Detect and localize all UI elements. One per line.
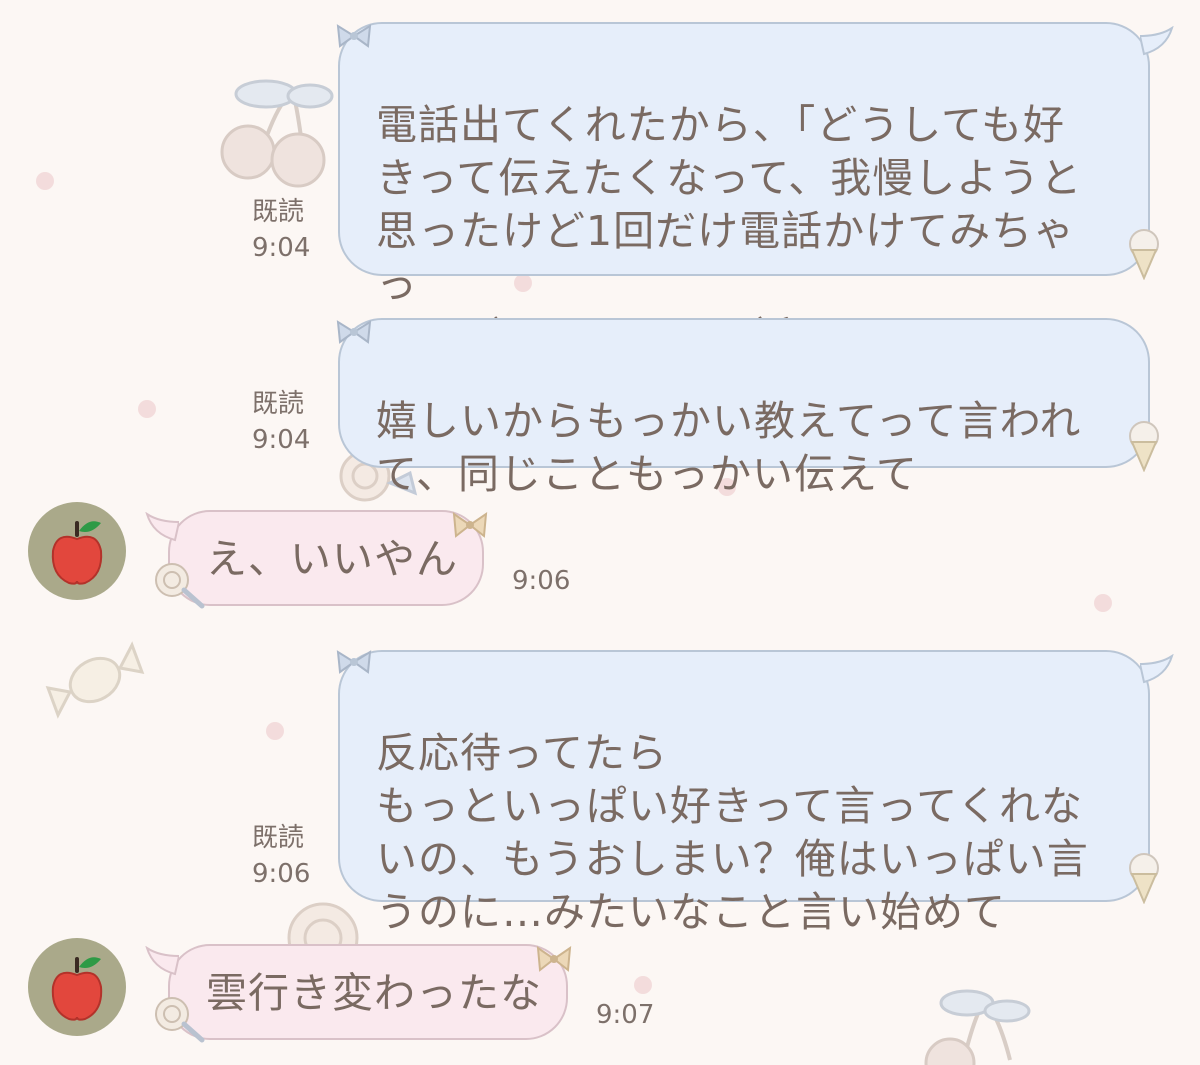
- bubble-tail: [145, 946, 179, 976]
- read-status: 既読 9:04: [252, 386, 310, 458]
- cherry-decoration-icon: [220, 79, 334, 188]
- bow-icon: [336, 24, 372, 48]
- message-text: 嬉しいからもっかい教えてって言われ て、同じこともっかい伝えて: [376, 397, 1082, 498]
- read-label: 既読: [252, 389, 305, 419]
- message-time: 9:06: [252, 859, 311, 889]
- ice-cream-icon: [1129, 421, 1159, 472]
- message-text: え、いいやん: [206, 535, 458, 583]
- candy-decoration-icon: [45, 641, 145, 719]
- incoming-message-bubble[interactable]: え、いいやん: [168, 510, 484, 606]
- apple-avatar-icon: [51, 521, 103, 585]
- message-text: 反応待ってたら もっといっぱい好きって言ってくれな いの、もうおしまい？俺はいっ…: [376, 729, 1089, 936]
- bow-icon: [452, 511, 488, 538]
- bubble-tail: [145, 512, 179, 542]
- message-time: 9:04: [252, 233, 311, 263]
- bubble-tail: [1140, 654, 1174, 684]
- background-dot: [634, 976, 652, 994]
- message-time: 9:04: [252, 425, 311, 455]
- background-dot: [36, 172, 54, 190]
- background-dot: [266, 722, 284, 740]
- ice-cream-icon: [1129, 229, 1159, 280]
- read-status: 既読 9:04: [252, 194, 310, 266]
- avatar[interactable]: [28, 938, 126, 1036]
- read-label: 既読: [252, 197, 305, 227]
- bow-icon: [336, 650, 372, 674]
- outgoing-message-bubble[interactable]: 電話出てくれたから、「どうしても好 きって伝えたくなって、我慢しようと 思ったけ…: [338, 22, 1150, 361]
- bow-icon: [536, 945, 572, 972]
- candy-decoration-icon: [287, 902, 359, 948]
- message-text: 雲行き変わったな: [206, 969, 542, 1017]
- avatar[interactable]: [28, 502, 126, 600]
- background-dot: [514, 274, 532, 292]
- lollipop-icon: [155, 997, 205, 1043]
- message-time: 9:07: [596, 1000, 655, 1030]
- outgoing-message-bubble[interactable]: 反応待ってたら もっといっぱい好きって言ってくれな いの、もうおしまい？俺はいっ…: [338, 650, 1150, 936]
- ice-cream-icon: [1129, 853, 1159, 904]
- bow-icon: [336, 320, 372, 344]
- cherry-decoration-icon: [924, 989, 1031, 1065]
- read-status: 既読 9:06: [252, 820, 310, 892]
- background-dot: [138, 400, 156, 418]
- read-label: 既読: [252, 823, 305, 853]
- incoming-message-bubble[interactable]: 雲行き変わったな: [168, 944, 568, 1040]
- bubble-tail: [1140, 26, 1174, 56]
- background-dot: [1094, 594, 1112, 612]
- apple-avatar-icon: [51, 957, 103, 1021]
- outgoing-message-bubble[interactable]: 嬉しいからもっかい教えてって言われ て、同じこともっかい伝えて: [338, 318, 1150, 498]
- lollipop-icon: [155, 563, 205, 609]
- message-time: 9:06: [512, 566, 571, 596]
